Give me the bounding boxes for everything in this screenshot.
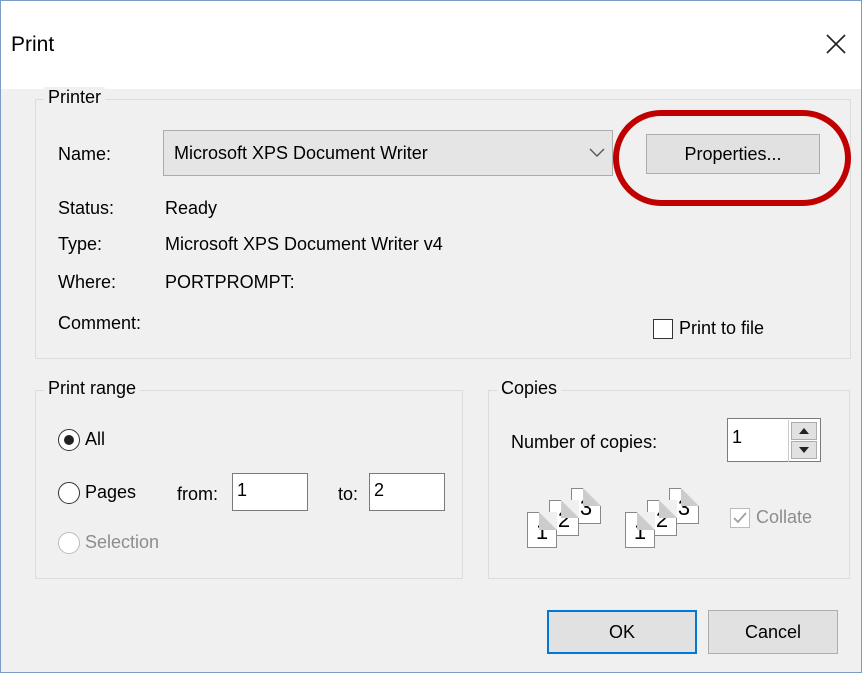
spin-down-button[interactable] bbox=[791, 441, 817, 459]
page-icon-1: 1 bbox=[625, 512, 655, 548]
type-value: Microsoft XPS Document Writer v4 bbox=[165, 234, 443, 254]
to-page-input[interactable]: 2 bbox=[369, 473, 445, 511]
printer-name-dropdown[interactable]: Microsoft XPS Document Writer bbox=[163, 130, 613, 176]
ok-button[interactable]: OK bbox=[547, 610, 697, 654]
collate-stack-icon-2: 3 2 1 bbox=[612, 486, 702, 556]
spin-up-button[interactable] bbox=[791, 422, 817, 440]
cancel-button[interactable]: Cancel bbox=[708, 610, 838, 654]
number-of-copies-label: Number of copies: bbox=[511, 432, 658, 452]
from-page-input[interactable]: 1 bbox=[232, 473, 308, 511]
pages-label[interactable]: Pages bbox=[85, 482, 136, 503]
printer-group-label: Printer bbox=[44, 87, 106, 108]
chevron-down-icon bbox=[586, 141, 608, 163]
where-value: PORTPROMPT: bbox=[165, 272, 295, 292]
copies-group-label: Copies bbox=[497, 378, 562, 399]
selection-radio[interactable] bbox=[58, 532, 80, 554]
collate-checkbox[interactable] bbox=[730, 508, 750, 528]
selection-label: Selection bbox=[85, 532, 160, 552]
name-label: Name: bbox=[58, 144, 112, 164]
copies-spinner bbox=[788, 420, 820, 462]
properties-button[interactable]: Properties... bbox=[646, 134, 820, 174]
collate-label: Collate bbox=[756, 507, 813, 527]
collate-stack-icon-1: 3 2 1 bbox=[514, 486, 604, 556]
to-label: to: bbox=[338, 484, 359, 504]
print-dialog: Print Printer Name: Microsoft XPS Docume… bbox=[0, 0, 862, 673]
from-label: from: bbox=[177, 484, 219, 504]
where-label: Where: bbox=[58, 272, 117, 292]
print-to-file-checkbox[interactable] bbox=[653, 319, 673, 339]
printer-name-value: Microsoft XPS Document Writer bbox=[174, 143, 428, 163]
type-label: Type: bbox=[58, 234, 103, 254]
window-title: Print bbox=[11, 33, 55, 56]
title-bar: Print bbox=[1, 1, 861, 89]
all-label[interactable]: All bbox=[85, 429, 105, 450]
status-label: Status: bbox=[58, 198, 115, 218]
close-icon[interactable] bbox=[819, 27, 853, 61]
print-to-file-label[interactable]: Print to file bbox=[679, 318, 764, 339]
status-value: Ready bbox=[165, 198, 218, 218]
pages-radio[interactable] bbox=[58, 482, 80, 504]
comment-label: Comment: bbox=[58, 313, 142, 333]
radio-selected-dot bbox=[64, 435, 74, 445]
print-range-group-label: Print range bbox=[44, 378, 141, 399]
page-icon-1: 1 bbox=[527, 512, 557, 548]
checkmark-icon bbox=[733, 512, 747, 524]
all-radio[interactable] bbox=[58, 429, 80, 451]
